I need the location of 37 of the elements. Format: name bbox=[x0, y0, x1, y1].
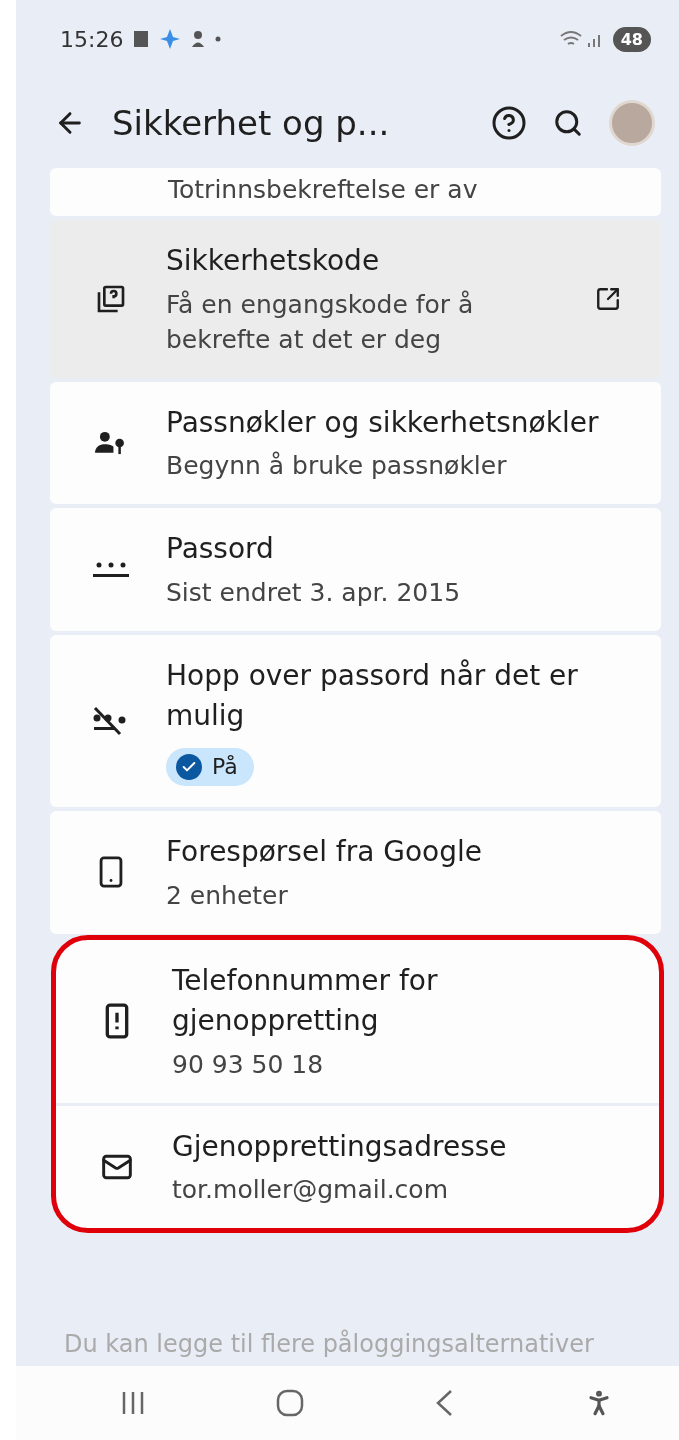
list-item[interactable]: Totrinnsbekreftelse er av bbox=[50, 168, 661, 216]
item-title: Hopp over passord når det er mulig bbox=[166, 657, 579, 735]
list-item[interactable]: Telefonnummer for gjenoppretting 90 93 50 18 bbox=[56, 939, 659, 1103]
info-text: Du kan legge til flere påloggingsalternativer bbox=[64, 1330, 595, 1358]
item-title: Passord bbox=[166, 531, 275, 568]
item-subtitle: Begynn å bruke passnøkler bbox=[166, 450, 508, 483]
list-item[interactable]: Forespørsel fra Google 2 enheter bbox=[50, 810, 661, 934]
item-title: Telefonnummer for gjenoppretting bbox=[172, 962, 439, 1040]
item-title: Forespørsel fra Google bbox=[166, 833, 484, 870]
item-title: Sikkerhetskode bbox=[166, 243, 381, 279]
external-link-icon[interactable] bbox=[595, 285, 621, 312]
list-item[interactable]: Sikkerhetskode Få en engangskode for å bekrefte at det er deg bbox=[50, 220, 661, 378]
chip-label: På bbox=[212, 754, 238, 780]
search-icon[interactable] bbox=[553, 108, 583, 138]
list-item[interactable]: Passnøkler og sikkerhetsnøkler Begynn å bruke passnøkler bbox=[50, 381, 661, 505]
help-icon[interactable] bbox=[491, 105, 527, 141]
item-subtitle: 90 93 50 18 bbox=[172, 1048, 325, 1081]
item-subtitle: Totrinnsbekreftelse er av bbox=[168, 173, 478, 206]
battery-level: 48 bbox=[612, 26, 651, 52]
item-subtitle: 2 enheter bbox=[166, 879, 289, 912]
home-button[interactable] bbox=[275, 1388, 306, 1418]
page-title: Sikkerhet og p... bbox=[112, 103, 391, 143]
signal-icons bbox=[558, 29, 603, 49]
item-title: Passnøkler og sikkerhetsnøkler bbox=[166, 404, 600, 441]
list-item[interactable]: Hopp over passord når det er mulig På bbox=[50, 634, 661, 807]
item-subtitle: tor.moller@gmail.com bbox=[172, 1174, 449, 1207]
person-notification-icon bbox=[191, 30, 206, 48]
item-subtitle: Få en engangskode for å bekrefte at det er deg bbox=[166, 288, 475, 356]
list-item[interactable]: Gjenopprettingsadresse tor.moller@gmail.com bbox=[56, 1105, 659, 1229]
item-subtitle: Sist endret 3. apr. 2015 bbox=[166, 576, 462, 609]
app-notification-icon bbox=[133, 30, 150, 48]
status-time: 15:26 bbox=[60, 26, 124, 52]
dot-icon bbox=[215, 36, 222, 42]
check-icon bbox=[176, 753, 202, 780]
item-title: Gjenopprettingsadresse bbox=[172, 1128, 508, 1165]
phone-alert-icon bbox=[104, 1003, 130, 1040]
list-item[interactable]: Passord Sist endret 3. apr. 2015 bbox=[50, 508, 661, 631]
